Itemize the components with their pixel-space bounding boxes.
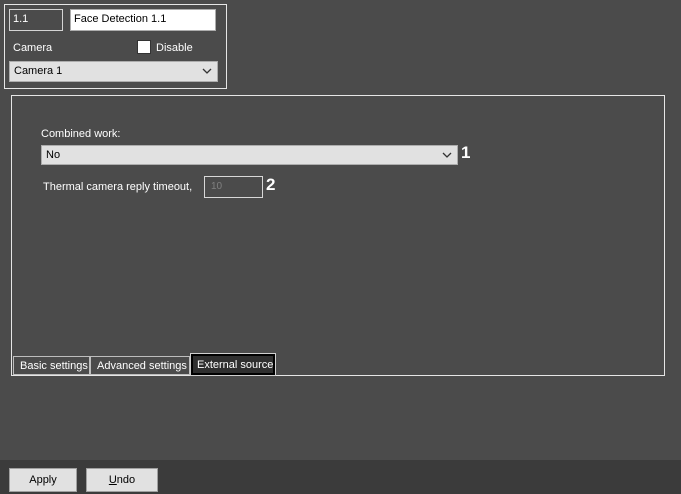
disable-label: Disable xyxy=(156,42,193,54)
tab-basic-settings[interactable]: Basic settings xyxy=(13,356,90,375)
tab-external-source[interactable]: External source xyxy=(191,354,275,375)
chevron-down-icon xyxy=(202,68,212,74)
undo-hotkey-letter: U xyxy=(108,474,117,486)
callout-number-1: 1 xyxy=(461,143,471,162)
undo-label-rest: ndo xyxy=(116,474,136,486)
combined-work-select[interactable]: No xyxy=(41,145,458,165)
undo-button[interactable]: Undo xyxy=(86,468,158,492)
tab-advanced-settings[interactable]: Advanced settings xyxy=(90,356,190,375)
callout-number-2: 2 xyxy=(266,175,276,194)
chevron-down-icon xyxy=(442,152,452,158)
camera-label: Camera xyxy=(13,42,53,54)
object-name-field[interactable]: Face Detection 1.1 xyxy=(70,9,216,31)
thermal-timeout-label: Thermal camera reply timeout, xyxy=(43,181,193,193)
object-id-field[interactable]: 1.1 xyxy=(9,9,63,31)
combined-work-label: Combined work: xyxy=(41,128,121,140)
camera-select-value: Camera 1 xyxy=(14,65,63,77)
camera-select[interactable]: Camera 1 xyxy=(9,61,218,82)
disable-checkbox[interactable] xyxy=(137,40,151,54)
thermal-timeout-input[interactable]: 10 xyxy=(204,176,263,198)
combined-work-value: No xyxy=(46,149,61,161)
apply-button[interactable]: Apply xyxy=(9,468,77,492)
